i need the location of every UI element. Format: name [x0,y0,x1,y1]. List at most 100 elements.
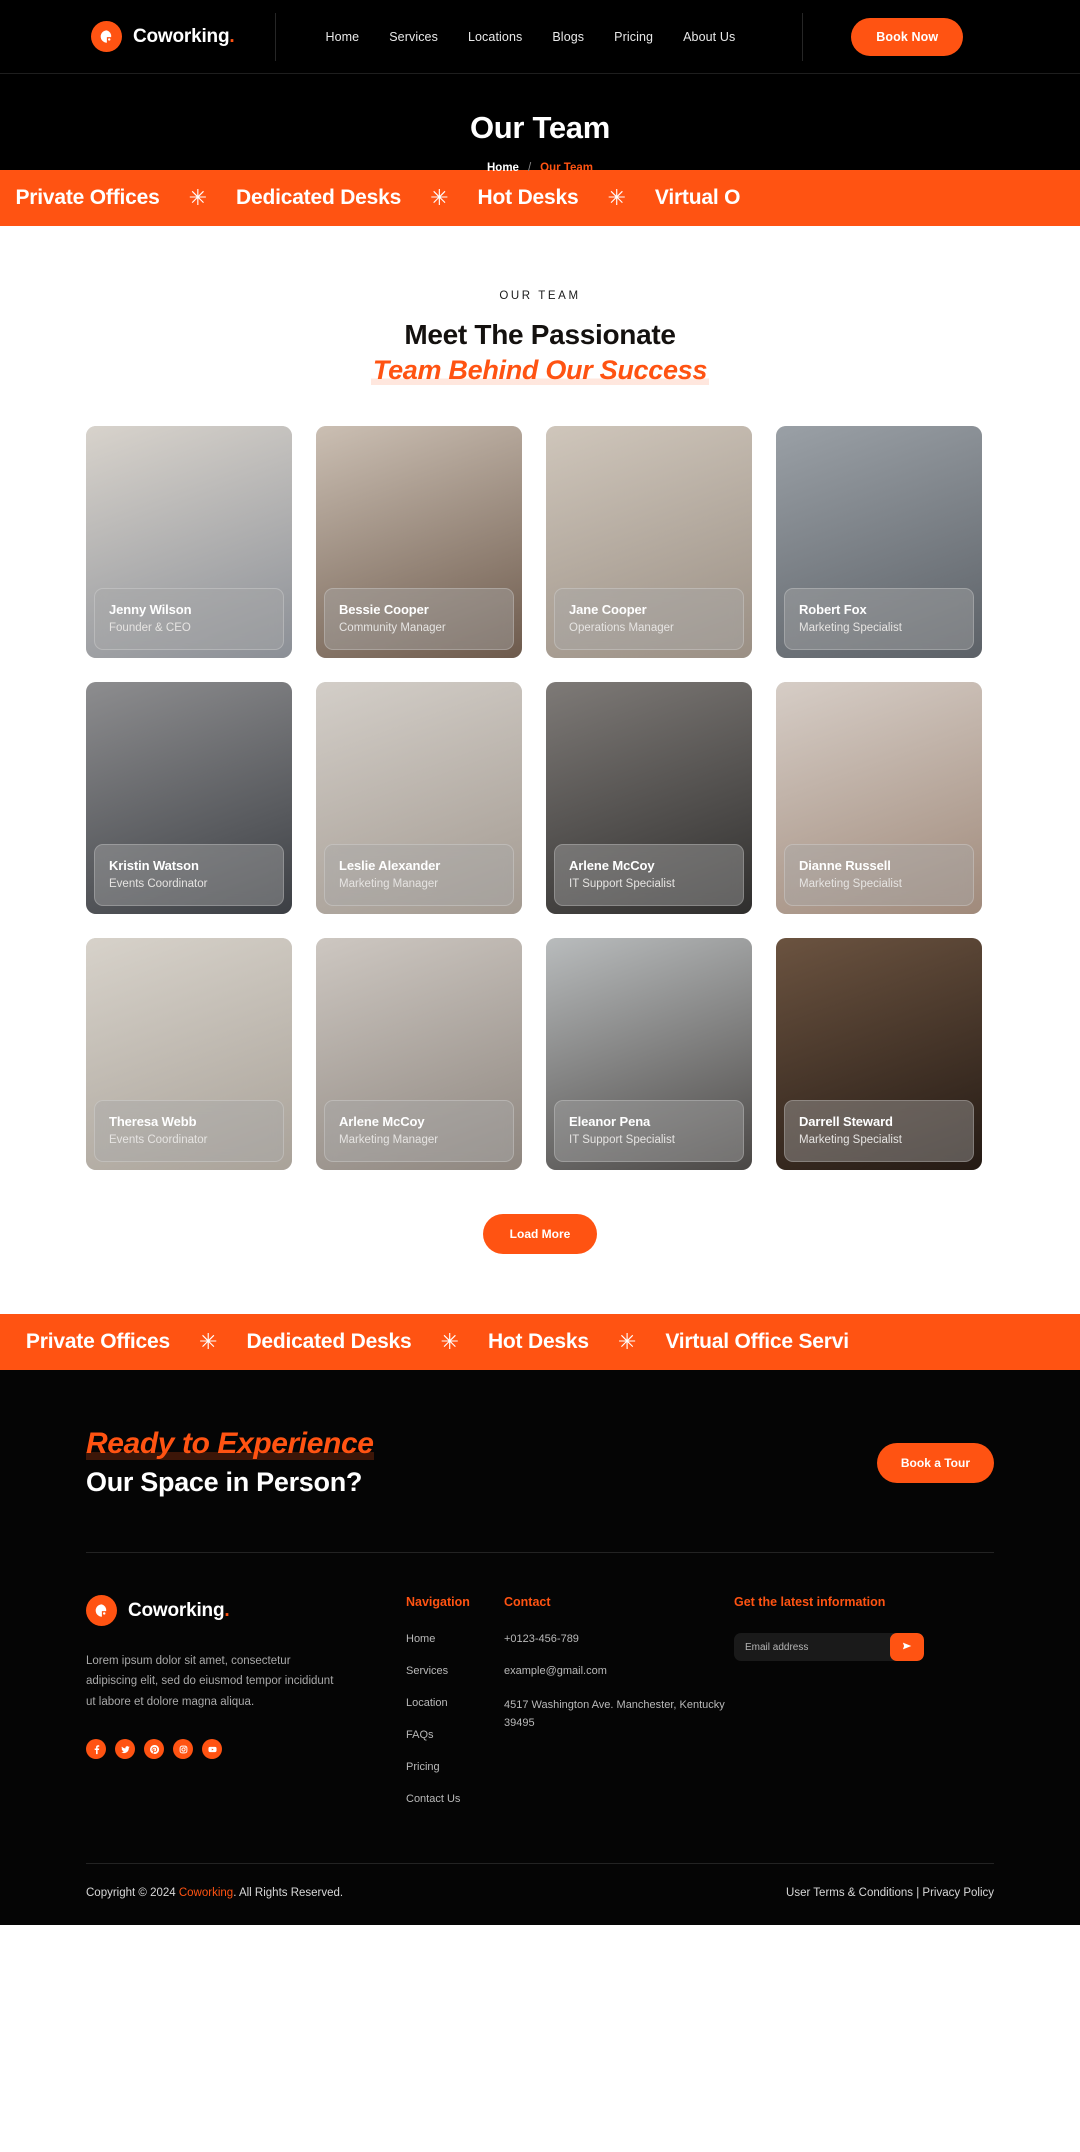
marquee-item: Hot Desks [487,1330,589,1353]
twitter-icon[interactable] [115,1739,135,1760]
team-member-card[interactable]: Arlene McCoy IT Support Specialist [546,682,752,914]
nav-item-home[interactable]: Home [325,30,359,44]
team-member-role: Founder & CEO [109,622,191,634]
team-section: OUR TEAM Meet The Passionate Team Behind… [0,226,1080,1314]
footer-phone[interactable]: +0123-456-789 [504,1633,734,1645]
footer-contact-column: Contact +0123-456-789 example@gmail.com … [504,1595,734,1825]
footer-nav-heading: Navigation [406,1595,470,1609]
team-member-card[interactable]: Darrell Steward Marketing Specialist [776,938,982,1170]
team-member-card[interactable]: Robert Fox Marketing Specialist [776,426,982,658]
nav-item-pricing[interactable]: Pricing [614,30,653,44]
breadcrumb-separator: / [527,162,532,174]
team-member-info: Eleanor Pena IT Support Specialist [554,1100,744,1162]
book-now-button[interactable]: Book Now [851,17,964,56]
nav-item-locations[interactable]: Locations [468,30,522,44]
team-member-info: Jenny Wilson Founder & CEO [94,588,284,650]
team-member-info: Arlene McCoy Marketing Manager [324,1100,514,1162]
book-a-tour-button[interactable]: Book a Tour [876,1442,994,1483]
send-icon [901,1640,913,1655]
team-member-card[interactable]: Eleanor Pena IT Support Specialist [546,938,752,1170]
nav-item-about-us[interactable]: About Us [683,30,735,44]
team-member-role: IT Support Specialist [569,878,675,890]
load-more-button[interactable]: Load More [482,1214,598,1254]
privacy-link[interactable]: Privacy Policy [922,1887,994,1899]
team-member-card[interactable]: Leslie Alexander Marketing Manager [316,682,522,914]
team-member-role: Marketing Specialist [799,878,902,890]
footer-logo-dot: . [224,1599,230,1621]
team-member-info: Theresa Webb Events Coordinator [94,1100,284,1162]
team-member-role: Operations Manager [569,622,674,634]
logo[interactable]: Coworking. [91,21,235,52]
team-member-role: Marketing Manager [339,878,439,890]
cta-section: Ready to Experience Our Space in Person?… [0,1370,1080,1553]
footer-logo-label: Coworking [128,1599,225,1621]
logo-dot: . [229,25,235,47]
breadcrumb-home[interactable]: Home [487,162,519,174]
marquee-track-bottom: s ✳ Private Offices ✳ Dedicated Desks ✳ … [0,1330,849,1354]
nav-item-services[interactable]: Services [389,30,438,44]
team-member-role: Events Coordinator [109,1134,208,1146]
team-member-card[interactable]: Bessie Cooper Community Manager [316,426,522,658]
youtube-icon[interactable] [202,1739,222,1760]
section-heading-line2: Team Behind Our Success [0,355,1080,386]
marquee-item: Dedicated Desks [236,186,402,209]
team-member-role: Events Coordinator [109,878,208,890]
section-heading-line1: Meet The Passionate [404,319,676,350]
footer-link-faqs[interactable]: FAQs [406,1729,504,1741]
nav-item-blogs[interactable]: Blogs [552,30,584,44]
copyright-brand[interactable]: Coworking [179,1887,233,1899]
team-member-card[interactable]: Dianne Russell Marketing Specialist [776,682,982,914]
footer-newsletter-heading: Get the latest information [734,1595,886,1609]
team-member-info: Darrell Steward Marketing Specialist [784,1100,974,1162]
footer-description: Lorem ipsum dolor sit amet, consectetur … [86,1655,334,1708]
breadcrumb-current: Our Team [540,162,593,174]
team-member-info: Leslie Alexander Marketing Manager [324,844,514,906]
team-member-name: Arlene McCoy [339,1114,425,1129]
marquee-item: Virtual Office Servi [665,1330,849,1353]
header-divider-right [802,12,804,61]
email-input[interactable] [734,1641,890,1653]
team-member-card[interactable]: Theresa Webb Events Coordinator [86,938,292,1170]
team-grid: Jenny Wilson Founder & CEO Bessie Cooper Co… [86,426,994,1170]
header-divider-left [275,12,277,61]
footer-contact-heading: Contact [504,1595,551,1609]
asterisk-icon: ✳ [199,1329,218,1354]
copyright-post: . All Rights Reserved. [233,1887,344,1899]
footer-address: 4517 Washington Ave. Manchester, Kentuck… [504,1699,725,1729]
footer-columns: Coworking. Lorem ipsum dolor sit amet, c… [86,1595,994,1825]
footer-link-contact-us[interactable]: Contact Us [406,1793,504,1805]
team-member-card[interactable]: Arlene McCoy Marketing Manager [316,938,522,1170]
team-member-card[interactable]: Jenny Wilson Founder & CEO [86,426,292,658]
cta-line1: Ready to Experience [86,1427,374,1461]
page-hero: Our Team Home / Our Team [0,74,1080,174]
team-member-name: Dianne Russell [799,858,891,873]
legal-separator: | [916,1887,920,1899]
main-nav: Home Services Locations Blogs Pricing Ab… [325,30,735,44]
footer-link-location[interactable]: Location [406,1697,504,1709]
cta-line1-text: Ready to Experience [86,1427,374,1460]
team-member-role: Community Manager [339,622,446,634]
team-member-card[interactable]: Jane Cooper Operations Manager [546,426,752,658]
footer-link-services[interactable]: Services [406,1665,504,1677]
facebook-icon[interactable] [86,1739,106,1760]
team-member-info: Arlene McCoy IT Support Specialist [554,844,744,906]
footer-link-pricing[interactable]: Pricing [406,1761,504,1773]
team-member-card[interactable]: Kristin Watson Events Coordinator [86,682,292,914]
footer-link-home[interactable]: Home [406,1633,504,1645]
terms-link[interactable]: User Terms & Conditions [786,1887,913,1899]
asterisk-icon: ✳ [440,1329,459,1354]
footer-bottom-bar: Copyright © 2024 Coworking. All Rights R… [86,1864,994,1925]
newsletter-submit-button[interactable] [890,1633,924,1661]
team-member-info: Bessie Cooper Community Manager [324,588,514,650]
footer-logo[interactable]: Coworking. [86,1595,406,1626]
team-member-name: Robert Fox [799,602,867,617]
team-member-name: Theresa Webb [109,1114,197,1129]
team-member-role: Marketing Specialist [799,622,902,634]
instagram-icon[interactable] [173,1739,193,1760]
logo-icon [86,1595,117,1626]
team-member-role: Marketing Specialist [799,1134,902,1146]
asterisk-icon: ✳ [617,1329,637,1354]
pinterest-icon[interactable] [144,1739,164,1760]
marquee-item: Virtual O [654,186,741,209]
footer-email[interactable]: example@gmail.com [504,1665,734,1677]
